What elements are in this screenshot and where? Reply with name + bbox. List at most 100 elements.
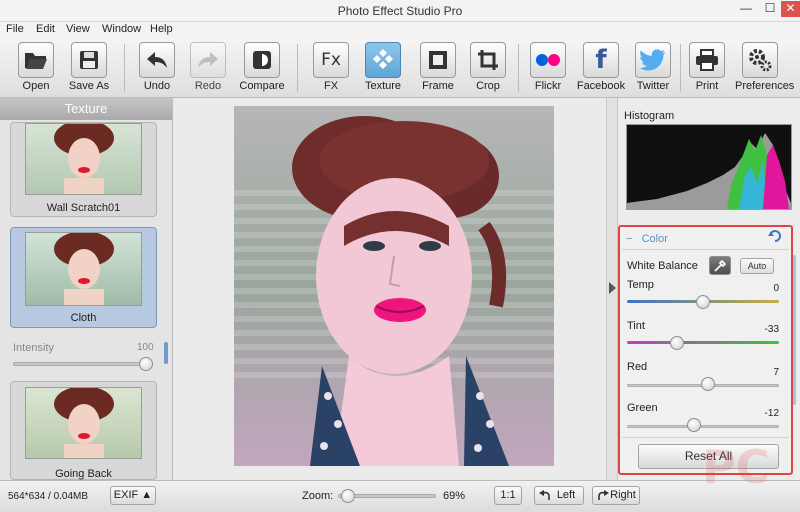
texture-item-cloth[interactable]: Cloth xyxy=(10,227,157,328)
portrait-photo xyxy=(234,106,554,466)
rotate-right-label: Right xyxy=(610,489,636,501)
preferences-label: Preferences xyxy=(735,80,795,92)
texture-item-wall-scratch01[interactable]: Wall Scratch01 xyxy=(10,122,157,217)
color-section-header[interactable]: − Color xyxy=(626,233,668,245)
print-button[interactable]: Print xyxy=(682,42,732,96)
reset-all-button[interactable]: Reset All xyxy=(638,444,779,469)
frame-label: Frame xyxy=(422,80,454,92)
green-label: Green xyxy=(627,402,658,414)
exif-button[interactable]: EXIF ▲ xyxy=(110,486,156,505)
undo-button[interactable]: Undo xyxy=(132,42,182,96)
white-balance-picker-button[interactable] xyxy=(709,256,731,275)
auto-white-balance-button[interactable]: Auto xyxy=(740,258,774,274)
flickr-icon xyxy=(536,54,560,66)
texture-label: Texture xyxy=(364,80,402,92)
texture-diamond-icon xyxy=(373,49,393,69)
tint-label: Tint xyxy=(627,320,645,332)
texture-panel: Texture Wall Scratch01 Cloth Intensity 1… xyxy=(0,98,173,480)
histogram-graph xyxy=(627,133,791,209)
rotate-right-icon xyxy=(598,490,609,500)
minimize-button[interactable]: — xyxy=(733,1,759,17)
texture-button[interactable]: Texture xyxy=(358,42,408,96)
reset-section-icon[interactable] xyxy=(768,230,782,244)
close-button[interactable]: ✕ xyxy=(781,1,800,17)
floppy-disk-icon xyxy=(80,51,98,69)
portrait-thumbnail xyxy=(54,233,114,305)
histogram-label: Histogram xyxy=(624,110,675,122)
redo-button[interactable]: Redo xyxy=(183,42,233,96)
redo-label: Redo xyxy=(194,80,222,92)
compare-icon xyxy=(253,51,271,69)
intensity-slider-track[interactable] xyxy=(13,362,153,366)
save-as-label: Save As xyxy=(68,80,110,92)
texture-item-going-back[interactable]: Going Back xyxy=(10,381,157,480)
color-section-title: Color xyxy=(641,233,668,245)
panel-collapse-bar[interactable] xyxy=(606,98,618,480)
toolbar-separator xyxy=(124,44,125,92)
rotate-left-button[interactable]: Left xyxy=(534,486,584,505)
undo-label: Undo xyxy=(143,80,171,92)
panel-scrollbar[interactable] xyxy=(164,342,168,364)
adjustments-scrollbar[interactable] xyxy=(793,255,796,405)
thumbnail-image xyxy=(25,232,142,306)
red-value: 7 xyxy=(773,367,779,378)
maximize-button[interactable]: ☐ xyxy=(757,1,783,17)
intensity-label: Intensity xyxy=(13,342,54,354)
menu-edit[interactable]: Edit xyxy=(36,23,55,35)
twitter-bird-icon xyxy=(640,49,665,71)
intensity-slider-knob[interactable] xyxy=(139,357,153,371)
green-slider-knob[interactable] xyxy=(686,418,701,432)
open-label: Open xyxy=(22,80,50,92)
facebook-label: Facebook xyxy=(576,80,626,92)
fx-button[interactable]: Fx FX xyxy=(306,42,356,96)
facebook-button[interactable]: f Facebook xyxy=(576,42,626,96)
menu-window[interactable]: Window xyxy=(102,23,141,35)
menu-view[interactable]: View xyxy=(66,23,90,35)
texture-item-label: Cloth xyxy=(70,312,97,324)
compare-label: Compare xyxy=(239,80,285,92)
rotate-left-icon xyxy=(539,490,550,500)
zoom-value: 69% xyxy=(443,490,466,502)
red-label: Red xyxy=(627,361,648,373)
texture-item-label: Going Back xyxy=(55,468,112,480)
edited-photo[interactable] xyxy=(234,106,554,466)
zoom-slider-knob[interactable] xyxy=(340,489,355,503)
frame-icon xyxy=(429,51,447,69)
white-balance-label: White Balance xyxy=(627,260,698,272)
temp-label: Temp xyxy=(627,279,654,291)
actual-size-button[interactable]: 1:1 xyxy=(494,486,522,505)
rotate-right-button[interactable]: Right xyxy=(592,486,640,505)
save-as-button[interactable]: Save As xyxy=(64,42,114,96)
crop-label: Crop xyxy=(476,80,500,92)
facebook-icon: f xyxy=(595,45,607,75)
green-slider-track[interactable] xyxy=(627,425,779,428)
temp-value: 0 xyxy=(773,283,779,294)
title-bar: Photo Effect Studio Pro — ☐ ✕ xyxy=(0,0,800,22)
eyedropper-icon xyxy=(714,259,726,272)
fx-icon: Fx xyxy=(321,50,341,70)
flickr-button[interactable]: Flickr xyxy=(523,42,573,96)
menu-help[interactable]: Help xyxy=(150,23,173,35)
open-button[interactable]: Open xyxy=(11,42,61,96)
collapse-icon: − xyxy=(626,233,633,245)
frame-button[interactable]: Frame xyxy=(413,42,463,96)
intensity-value: 100 xyxy=(137,342,154,353)
tint-slider-knob[interactable] xyxy=(670,336,685,350)
temp-slider-knob[interactable] xyxy=(696,295,710,309)
thumbnail-image xyxy=(25,123,142,195)
histogram xyxy=(626,124,792,210)
menu-file[interactable]: File xyxy=(6,23,24,35)
compare-button[interactable]: Compare xyxy=(237,42,287,96)
tint-slider-track[interactable] xyxy=(627,341,779,344)
fx-label: FX xyxy=(323,80,339,92)
texture-panel-title: Texture xyxy=(0,98,172,120)
green-value: -12 xyxy=(764,408,779,419)
crop-button[interactable]: Crop xyxy=(463,42,513,96)
printer-icon xyxy=(696,49,718,71)
redo-arrow-icon xyxy=(198,52,218,68)
portrait-thumbnail xyxy=(54,124,114,194)
toolbar-separator xyxy=(297,44,298,92)
preferences-button[interactable]: Preferences xyxy=(735,42,795,96)
red-slider-knob[interactable] xyxy=(701,377,716,391)
twitter-button[interactable]: Twitter xyxy=(628,42,678,96)
